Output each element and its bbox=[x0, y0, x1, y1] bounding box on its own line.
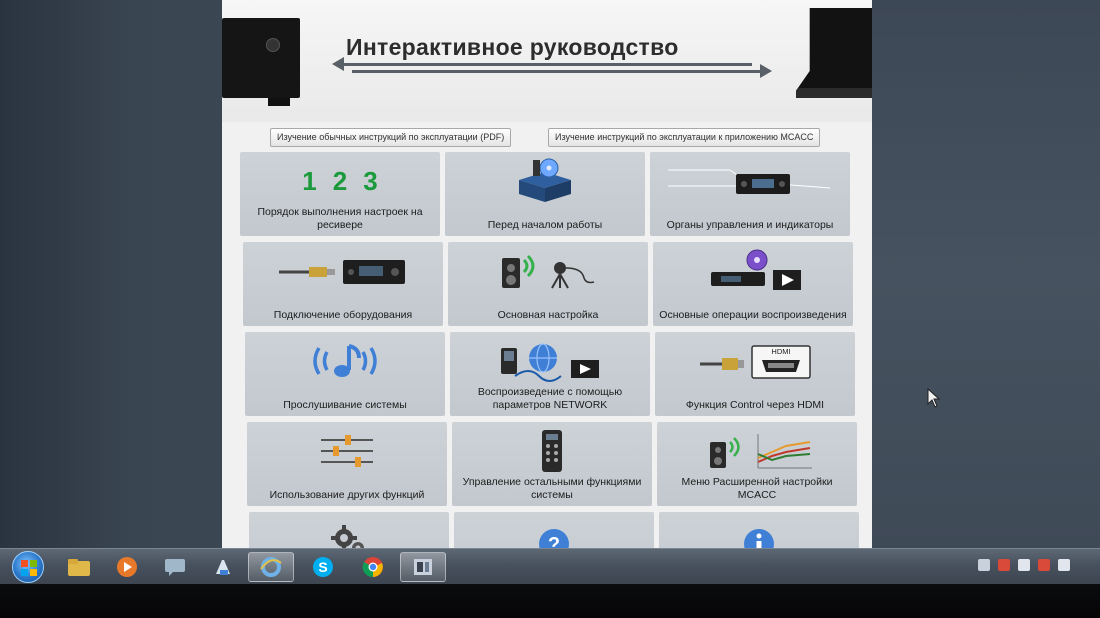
receiver-app-icon[interactable] bbox=[400, 552, 446, 582]
tile-listening-system[interactable]: Прослушивание системы bbox=[245, 332, 445, 416]
device-base bbox=[796, 88, 872, 98]
tray-network-icon[interactable] bbox=[1038, 559, 1050, 571]
mcacc-manual-button[interactable]: Изучение инструкций по эксплуатации к пр… bbox=[548, 128, 821, 147]
tile-basic-playback[interactable]: Основные операции воспроизведения bbox=[653, 242, 853, 326]
tile-label: Основные операции воспроизведения bbox=[659, 309, 847, 321]
remote-control-icon bbox=[452, 428, 652, 474]
surround-music-note-icon bbox=[245, 338, 445, 384]
guide-tiles-grid: 1 2 3 Порядок выполнения настроек на рес… bbox=[240, 152, 866, 558]
tile-system-functions[interactable]: Управление остальными функциями системы bbox=[452, 422, 652, 506]
ie-browser-icon[interactable] bbox=[248, 552, 294, 582]
numbers-123-icon: 1 2 3 bbox=[240, 158, 440, 204]
device-knob bbox=[266, 38, 280, 52]
tile-basic-setup[interactable]: Основная настройка bbox=[448, 242, 648, 326]
tray-volume-icon[interactable] bbox=[1058, 559, 1070, 571]
pdf-manual-button[interactable]: Изучение обычных инструкций по эксплуата… bbox=[270, 128, 512, 147]
tile-label: Использование других функций bbox=[269, 489, 425, 501]
chat-icon[interactable] bbox=[152, 552, 198, 582]
network-globe-play-icon bbox=[450, 338, 650, 384]
page-title: Интерактивное руководство bbox=[346, 34, 679, 60]
system-tray bbox=[978, 559, 1070, 571]
tile-setup-order[interactable]: 1 2 3 Порядок выполнения настроек на рес… bbox=[240, 152, 440, 236]
tile-label: Основная настройка bbox=[497, 309, 599, 321]
taskbar: S bbox=[0, 548, 1100, 584]
monitor-bezel bbox=[0, 584, 1100, 618]
tile-label: Порядок выполнения настроек на ресивере bbox=[257, 206, 423, 231]
tile-network-playback[interactable]: Воспроизведение с помощью параметров NET… bbox=[450, 332, 650, 416]
receiver-front-panel-icon bbox=[650, 158, 850, 204]
digit-2: 2 bbox=[332, 165, 348, 196]
digit-3: 3 bbox=[363, 165, 378, 196]
device-foot bbox=[268, 98, 290, 106]
tile-controls-indicators[interactable]: Органы управления и индикаторы bbox=[650, 152, 850, 236]
svg-text:HDMI: HDMI bbox=[771, 347, 790, 356]
box-with-disc-icon bbox=[445, 158, 645, 204]
receiver-device-image bbox=[222, 18, 300, 106]
arrow-right-decoration bbox=[352, 64, 772, 78]
speaker-device-image bbox=[796, 8, 872, 98]
speaker-graph-icon bbox=[657, 428, 857, 474]
tile-label: Функция Control через HDMI bbox=[685, 399, 825, 411]
tile-label: Воспроизведение с помощью параметров NET… bbox=[477, 386, 623, 411]
tray-security-icon[interactable] bbox=[998, 559, 1010, 571]
tray-arrow-icon[interactable] bbox=[978, 559, 990, 571]
tile-mcacc-menu[interactable]: Меню Расширенной настройки MCACC bbox=[657, 422, 857, 506]
arrow-left-decoration bbox=[332, 57, 752, 71]
tile-label: Управление остальными функциями системы bbox=[462, 476, 642, 501]
tile-label: Прослушивание системы bbox=[283, 399, 407, 411]
tray-flag-icon[interactable] bbox=[1018, 559, 1030, 571]
media-player-icon[interactable] bbox=[104, 552, 150, 582]
explorer-folder-icon[interactable] bbox=[56, 552, 102, 582]
tile-label: Меню Расширенной настройки MCACC bbox=[681, 476, 833, 501]
mouse-cursor-icon bbox=[927, 388, 941, 408]
hdmi-plug-icon: HDMI bbox=[655, 338, 855, 384]
paint-icon[interactable] bbox=[200, 552, 246, 582]
tile-other-functions[interactable]: Использование других функций bbox=[247, 422, 447, 506]
svg-text:S: S bbox=[318, 559, 327, 575]
tile-label: Подключение оборудования bbox=[273, 309, 413, 321]
chrome-icon[interactable] bbox=[350, 552, 396, 582]
tile-before-start[interactable]: Перед началом работы bbox=[445, 152, 645, 236]
desktop-background-right bbox=[872, 0, 1100, 548]
disc-player-play-icon bbox=[653, 248, 853, 294]
header-banner: Интерактивное руководство bbox=[222, 0, 872, 122]
start-icon[interactable] bbox=[12, 551, 44, 583]
tile-label: Органы управления и индикаторы bbox=[666, 219, 834, 231]
interactive-guide-window: Интерактивное руководство Изучение обычн… bbox=[222, 0, 872, 558]
tile-label: Перед началом работы bbox=[487, 219, 603, 231]
cable-to-receiver-icon bbox=[243, 248, 443, 294]
skype-icon[interactable]: S bbox=[300, 552, 346, 582]
tile-hdmi-control[interactable]: HDMI Функция Control через HDMI bbox=[655, 332, 855, 416]
speaker-microphone-icon bbox=[448, 248, 648, 294]
digit-1: 1 bbox=[302, 165, 317, 196]
tile-connect-equipment[interactable]: Подключение оборудования bbox=[243, 242, 443, 326]
equalizer-sliders-icon bbox=[247, 428, 447, 474]
